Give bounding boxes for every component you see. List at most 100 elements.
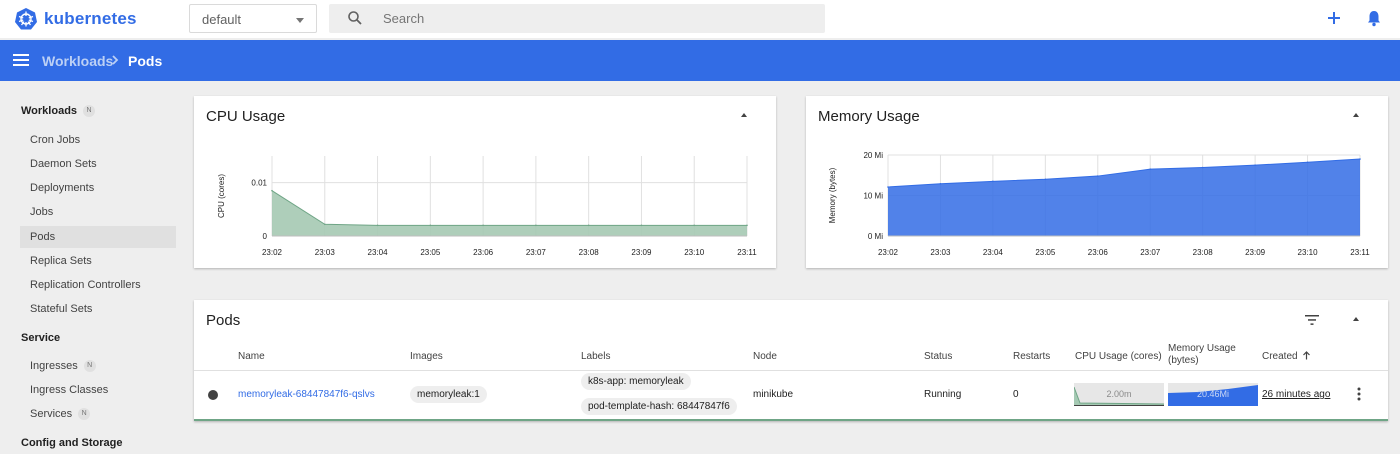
image-chip: memoryleak:1 (410, 386, 487, 403)
y-tick-label: 0 (263, 232, 268, 241)
column-header-created-label: Created (1262, 351, 1298, 362)
cpu-usage-card: CPU Usage 0.01 0 23:02 23:03 23:04 23:05 23:06… (194, 96, 776, 268)
sidebar-item-label: Services (30, 408, 73, 420)
data-point (1149, 168, 1152, 170)
data-point (1254, 164, 1256, 166)
x-tick-label: 23:09 (631, 248, 652, 257)
column-header-status: Status (924, 351, 953, 362)
namespace-select[interactable]: default (189, 4, 317, 33)
caret-down-icon (296, 18, 304, 23)
sidebar-item-replica-sets[interactable]: Replica Sets (20, 250, 176, 272)
search-input[interactable]: Search (329, 4, 825, 33)
breadcrumb-workloads-link[interactable]: Workloads (42, 53, 113, 69)
y-tick-label: 0.01 (251, 179, 267, 188)
more-vert-icon[interactable] (1356, 386, 1362, 402)
namespaced-badge: N (83, 360, 96, 373)
x-tick-label: 23:06 (473, 248, 494, 257)
column-header-name[interactable]: Name (238, 351, 265, 362)
data-point (429, 224, 432, 227)
data-point (482, 224, 484, 227)
brand-name[interactable]: kubernetes (44, 9, 137, 29)
column-header-node: Node (753, 351, 777, 362)
y-axis-label: Memory (bytes) (828, 167, 837, 223)
cpu-sparkline-value: 2.00m (1106, 389, 1132, 399)
created-time-link[interactable]: 26 minutes ago (1262, 389, 1330, 400)
memory-sparkline: 20.46Mi (1168, 383, 1258, 406)
data-point (323, 223, 326, 226)
pods-card-title: Pods (206, 312, 241, 329)
table-row: memoryleak-68447847f6-qslvs memoryleak:1… (194, 371, 1388, 419)
sidebar-section-service[interactable]: Service (21, 332, 60, 344)
x-tick-label: 23:09 (1245, 248, 1266, 257)
y-axis-label: CPU (cores) (217, 174, 226, 218)
data-point (376, 224, 379, 227)
label-chip: pod-template-hash: 68447847f6 (581, 398, 737, 415)
x-tick-label: 23:04 (983, 248, 1004, 257)
row-status-bar (194, 419, 1388, 421)
x-tick-label: 23:06 (1088, 248, 1109, 257)
sidebar-item-stateful-sets[interactable]: Stateful Sets (20, 298, 176, 320)
data-point (939, 182, 942, 185)
status-text: Running (924, 389, 962, 400)
sidebar: Workloads N Cron Jobs Daemon Sets Deploym… (0, 81, 188, 454)
data-point (1201, 166, 1204, 169)
x-tick-label: 23:05 (1035, 248, 1056, 257)
sidebar-item-label: Ingresses (30, 360, 78, 372)
column-header-created[interactable]: Created (1262, 351, 1311, 362)
x-tick-label: 23:11 (737, 248, 757, 257)
data-point (887, 186, 889, 188)
x-tick-label: 23:02 (878, 248, 899, 257)
cpu-usage-chart: 0.01 0 23:02 23:03 23:04 23:05 23:06 23:07 23:08… (217, 156, 757, 257)
kubernetes-logo-icon[interactable] (14, 7, 38, 31)
breadcrumb-current: Pods (128, 53, 163, 69)
data-point (746, 224, 748, 227)
data-point (535, 224, 537, 227)
sidebar-item-ingresses[interactable]: Ingresses N (20, 355, 176, 377)
breadcrumb-bar: Workloads Pods (0, 40, 1400, 81)
x-tick-label: 23:03 (930, 248, 951, 257)
data-point (271, 189, 273, 192)
sidebar-item-ingress-classes[interactable]: Ingress Classes (20, 379, 176, 401)
restarts-count: 0 (1013, 389, 1019, 400)
sidebar-item-deployments[interactable]: Deployments (20, 177, 176, 199)
notifications-bell-icon[interactable] (1364, 8, 1384, 28)
memory-sparkline-value: 20.46Mi (1196, 389, 1230, 399)
y-tick-label: 0 Mi (868, 232, 883, 241)
add-icon[interactable] (1324, 8, 1344, 28)
pods-card: Pods Name Images Labels Node Status Rest… (194, 300, 1388, 421)
x-tick-label: 23:10 (684, 248, 705, 257)
column-header-images: Images (410, 351, 443, 362)
pod-name-link[interactable]: memoryleak-68447847f6-qslvs (238, 389, 375, 400)
sidebar-item-daemon-sets[interactable]: Daemon Sets (20, 153, 176, 175)
series-area (888, 159, 1360, 236)
node-name: minikube (753, 389, 794, 400)
menu-icon[interactable] (13, 54, 29, 66)
x-tick-label: 23:10 (1298, 248, 1319, 257)
column-header-labels: Labels (581, 351, 611, 362)
x-tick-label: 23:07 (526, 248, 547, 257)
data-point (587, 224, 590, 227)
sidebar-section-config-and-storage[interactable]: Config and Storage (21, 437, 122, 449)
namespaced-badge: N (78, 408, 91, 421)
chevron-right-icon (112, 55, 119, 65)
data-point (992, 180, 994, 183)
filter-icon[interactable] (1305, 314, 1319, 326)
collapse-caret-icon[interactable] (1353, 317, 1359, 321)
top-bar: kubernetes default Search (0, 0, 1400, 38)
column-header-memory-line1: Memory Usage (1168, 343, 1236, 354)
y-tick-label: 20 Mi (863, 151, 883, 160)
data-point (1096, 175, 1099, 177)
status-dot-icon (208, 390, 218, 400)
sidebar-section-workloads[interactable]: Workloads N (21, 105, 96, 118)
search-placeholder: Search (383, 11, 425, 26)
sidebar-item-cron-jobs[interactable]: Cron Jobs (20, 129, 176, 151)
sidebar-item-jobs[interactable]: Jobs (20, 201, 176, 223)
arrow-up-icon (1303, 351, 1311, 360)
x-tick-label: 23:07 (1140, 248, 1161, 257)
sidebar-item-pods[interactable]: Pods (20, 226, 176, 248)
memory-usage-chart: 20 Mi 10 Mi 0 Mi 23:02 23:03 23:04 23:05 23:06 2… (828, 151, 1370, 257)
namespace-value: default (202, 12, 242, 27)
sidebar-item-replication-controllers[interactable]: Replication Controllers (20, 274, 176, 296)
sidebar-item-services[interactable]: Services N (20, 403, 176, 425)
x-tick-label: 23:02 (262, 248, 283, 257)
